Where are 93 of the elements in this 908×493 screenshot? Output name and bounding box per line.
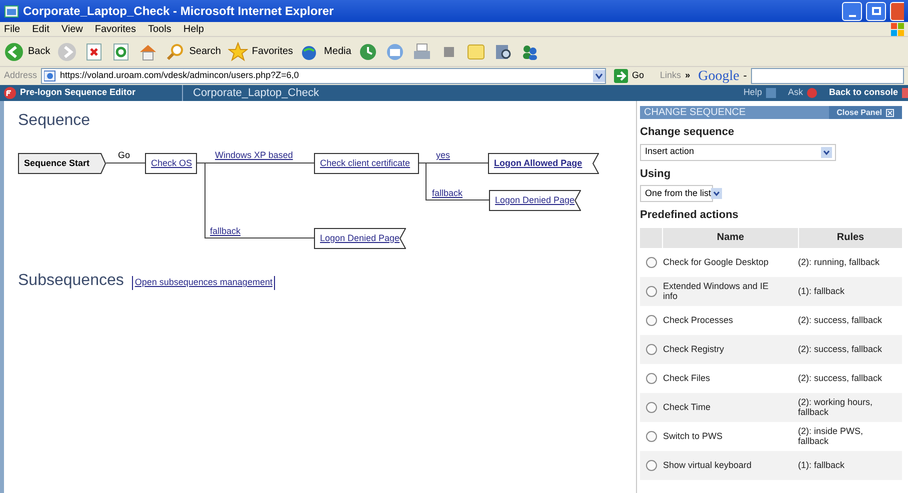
address-label: Address [4,69,38,82]
arrow-icon [614,69,628,83]
address-field[interactable]: https://voland.uroam.com/vdesk/admincon/users.php?Z=6,0 [41,68,606,84]
menu-item[interactable]: Help [183,22,204,36]
menu-item[interactable]: File [4,22,20,36]
menu-item[interactable]: View [61,22,83,36]
table-cell-text: Switch to PWS [663,431,724,441]
menu-item[interactable]: Tools [148,22,172,36]
mail-icon [385,42,406,62]
condition-link[interactable]: fallback [432,187,463,200]
radio-button[interactable] [646,460,657,470]
radio-button[interactable] [646,402,657,412]
radio-button[interactable] [646,430,657,442]
edge-label: Go [118,149,130,162]
table-cell-text: Check Time [663,402,712,412]
toolbar-button[interactable] [358,42,378,62]
radio-button[interactable] [646,256,657,268]
google-search-field[interactable] [750,68,904,84]
table-cell-text: Check Registry [663,344,726,354]
table-cell-text: Check Files [663,373,712,383]
dropdown-icon[interactable] [593,70,606,82]
subsequences-link[interactable]: Open subsequences management [132,276,276,290]
page-node[interactable]: Logon Denied Page [489,190,581,211]
table-cell-text: Show virtual keyboard [663,460,753,470]
connector-line [106,162,146,164]
close-button[interactable] [890,2,904,20]
column-header: Name [716,231,746,245]
back-to-console-link[interactable]: Back to console [828,86,908,100]
tab-title: Corporate_Laptop_Check [192,86,319,101]
field-label: Predefined actions [640,208,740,223]
condition-link[interactable]: yes [436,149,450,162]
field-label: Change sequence [640,125,736,140]
ask-link[interactable]: Ask [788,86,817,100]
page-icon [4,4,19,18]
section-heading: Subsequences [18,271,124,291]
app-title: Pre-logon Sequence Editor [20,86,136,100]
page-node[interactable]: Logon Allowed Page [488,153,599,174]
printer-icon [412,42,432,62]
refresh-icon [111,42,132,62]
table-cell-text: (1): fallback [798,460,846,470]
condition-link[interactable]: Windows XP based [215,149,293,162]
table-cell-text: (2): success, fallback [798,315,884,325]
menu-item[interactable]: Favorites [94,22,136,36]
help-link[interactable]: Help [743,86,776,100]
table-cell-text: Check for Google Desktop [663,257,770,267]
app-logo-icon [4,87,16,99]
condition-link[interactable]: fallback [210,225,241,238]
toolbar-button[interactable]: Search [165,42,221,62]
table-cell-text: Check Processes [663,315,734,325]
table-cell-text: (2): success, fallback [798,344,884,354]
more-chevron[interactable]: » [685,69,690,83]
action-node[interactable]: Check client certificate [314,153,419,174]
close-panel-button[interactable]: Close Panel [828,106,902,119]
search-icon [165,42,186,62]
toolbar-button[interactable]: Favorites [228,42,294,62]
table-cell-text: (2): success, fallback [798,373,884,383]
action-node[interactable]: Check OS [145,153,197,174]
google-dropdown-caret[interactable]: - [743,68,747,84]
dropdown-icon [821,146,832,158]
table-cell-text: (2): inside PWS, fallback [798,426,864,446]
menu-item[interactable]: Edit [32,22,50,36]
window-title: Corporate_Laptop_Check - Microsoft Internet Explorer [23,3,334,20]
start-node[interactable]: Sequence Start [18,153,106,174]
toolbar-button[interactable] [111,42,132,62]
table-cell-text: (1): fallback [798,286,846,296]
stop-icon [84,42,104,62]
radio-button[interactable] [646,286,657,296]
note-icon [466,42,486,62]
field-label: Using [640,166,672,182]
dropdown[interactable]: Insert action [640,144,836,160]
clock-icon [358,42,378,62]
section-heading: Sequence [18,111,92,131]
radio-button[interactable] [646,372,657,384]
radio-button[interactable] [646,314,657,326]
page-icon [44,70,56,82]
minimize-button[interactable] [842,2,862,20]
google-logo: Google [698,68,740,86]
restore-button[interactable] [866,2,886,20]
table-cell-text: (2): running, fallback [798,257,881,267]
app-logo-icon [806,88,817,98]
star-icon [228,42,248,62]
windows-logo-icon [891,22,904,36]
toolbar-button[interactable] [84,42,104,62]
dropdown-icon [711,188,722,199]
close-icon [886,108,894,116]
page-node[interactable]: Logon Denied Page [314,228,406,249]
radio-button[interactable] [646,344,657,354]
panel-title: CHANGE SEQUENCE [643,106,747,120]
table-cell-text: (2): working hours, fallback [798,397,874,417]
table-cell-text: Extended Windows and IE info [663,281,770,301]
go-button[interactable]: Go [614,69,644,83]
toolbar-button[interactable]: Media [300,42,352,62]
toolbar-button[interactable]: Back [4,42,50,62]
